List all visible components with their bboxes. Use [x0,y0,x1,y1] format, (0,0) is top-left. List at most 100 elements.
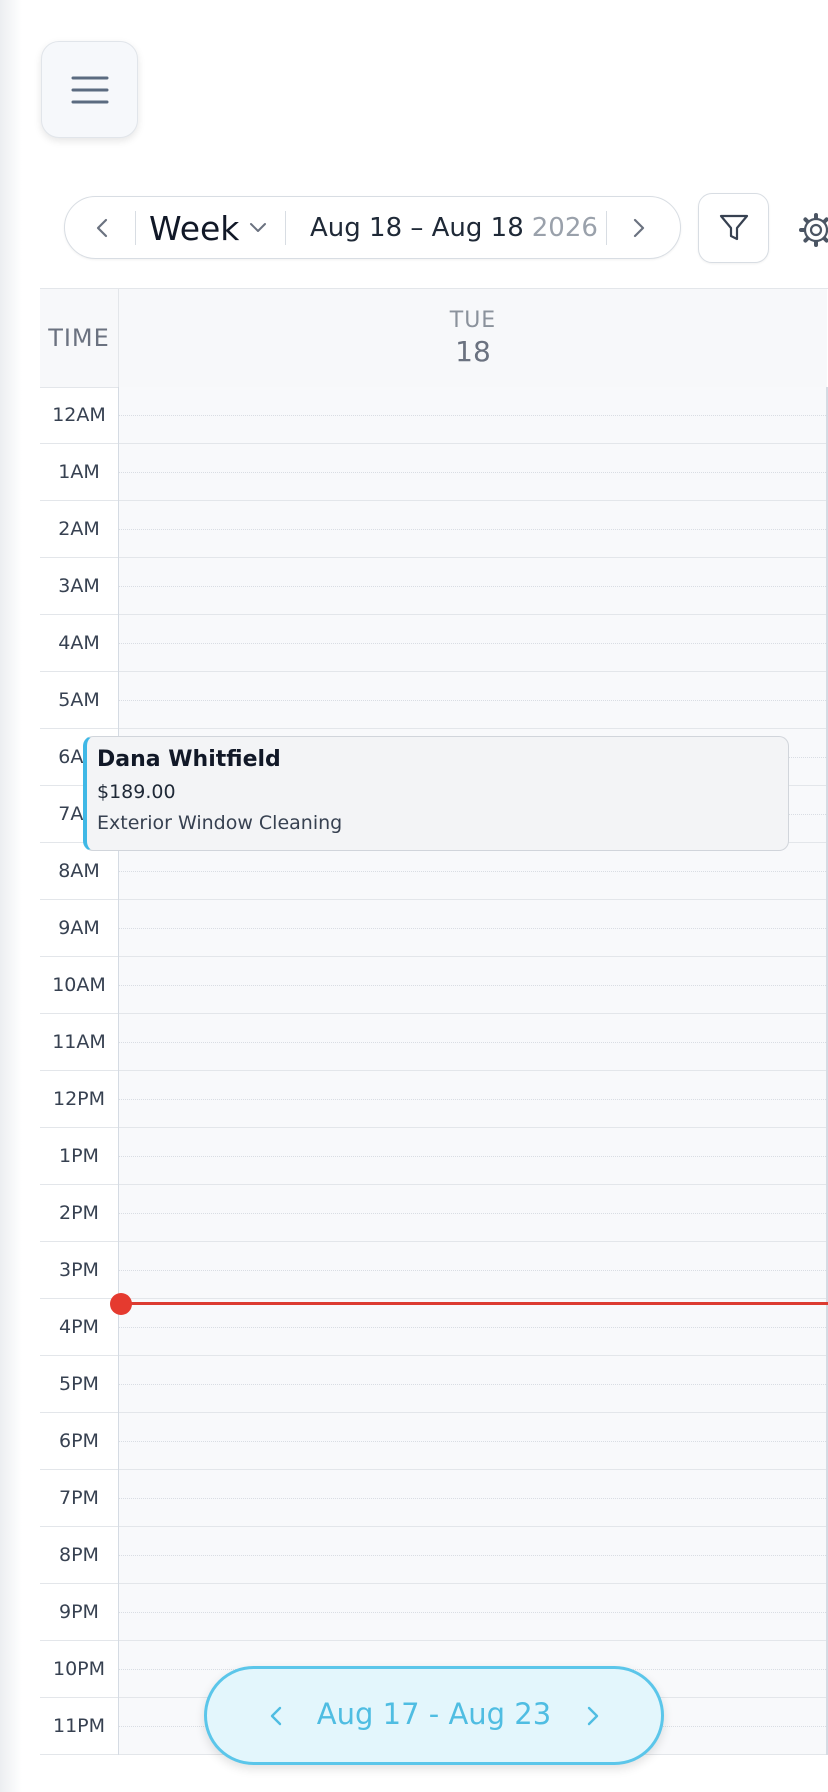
chevron-right-icon [587,1706,599,1726]
time-slot[interactable] [119,1584,826,1641]
previous-period-button[interactable] [85,211,119,245]
time-slot[interactable] [119,843,826,900]
hour-row: 8AM [40,843,118,900]
time-slot[interactable] [119,501,826,558]
view-label: Week [149,208,240,248]
appointment-card[interactable]: Dana Whitfield $189.00 Exterior Window C… [83,736,789,851]
day-name: TUE [449,308,497,333]
time-slot[interactable] [119,1128,826,1185]
hour-row: 2PM [40,1185,118,1242]
time-slot[interactable] [119,558,826,615]
time-slot[interactable] [119,1299,826,1356]
hour-row: 5AM [40,672,118,729]
hour-row: 3PM [40,1242,118,1299]
hour-row: 12PM [40,1071,118,1128]
hour-label: 1AM [58,461,100,483]
date-range[interactable]: Aug 18 – Aug 18 2026 [310,207,598,249]
hour-label: 9PM [59,1601,99,1623]
appointment-service: Exterior Window Cleaning [97,812,343,834]
hour-row: 9PM [40,1584,118,1641]
hour-row: 4AM [40,615,118,672]
time-column-header: TIME [40,289,119,388]
settings-button[interactable] [796,210,828,250]
hour-row: 7PM [40,1470,118,1527]
hour-row: 1PM [40,1128,118,1185]
time-slot[interactable] [119,1242,826,1299]
hamburger-icon [71,76,108,103]
time-slot[interactable] [119,444,826,501]
time-slot[interactable] [119,1470,826,1527]
hour-row: 3AM [40,558,118,615]
toolbar-divider [135,211,136,245]
hour-label: 5PM [59,1373,99,1395]
time-slot[interactable] [119,1413,826,1470]
hour-row: 12AM [40,387,118,444]
hour-label: 4AM [58,632,100,654]
time-slot[interactable] [119,387,826,444]
hour-label: 2AM [58,518,100,540]
date-range-text: Aug 18 – Aug 18 [310,213,524,243]
hour-label: 6PM [59,1430,99,1452]
hour-label: 5AM [58,689,100,711]
hour-row: 9AM [40,900,118,957]
date-toolbar: Week Aug 18 – Aug 18 2026 [64,196,681,259]
time-slot[interactable] [119,1071,826,1128]
date-range-year: 2026 [531,213,598,243]
chevron-right-icon [633,218,645,238]
hour-label: 1PM [59,1145,99,1167]
filter-button[interactable] [698,193,769,263]
hour-row: 11AM [40,1014,118,1071]
hour-label: 12PM [52,1088,106,1110]
hour-label: 9AM [58,917,100,939]
hour-label: 10PM [52,1658,106,1680]
toolbar-divider [285,211,286,245]
hour-row: 11PM [40,1698,118,1755]
hour-label: 12AM [52,404,106,426]
next-week-button[interactable] [576,1699,610,1733]
time-slot[interactable] [119,1527,826,1584]
chevron-down-icon [250,223,267,232]
view-select[interactable]: Week [149,205,267,251]
appointment-price: $189.00 [97,781,176,803]
toolbar-divider [606,211,607,245]
current-time-dot [110,1293,132,1315]
calendar-grid: TIME TUE 18 12AM 1AM 2AM 3AM 4AM 5AM 6AM 7AM 8AM… [40,288,828,1779]
filter-icon [719,214,748,241]
hour-label: 4PM [59,1316,99,1338]
time-slot[interactable] [119,672,826,729]
time-slot[interactable] [119,900,826,957]
menu-button[interactable] [41,41,138,138]
current-time-line [120,1302,828,1305]
hour-row: 4PM [40,1299,118,1356]
chevron-left-icon [96,218,108,238]
hour-label: 3PM [59,1259,99,1281]
appointment-customer: Dana Whitfield [97,747,281,772]
hour-label: 10AM [52,974,106,996]
hour-row: 6PM [40,1413,118,1470]
day-header-tue[interactable]: TUE 18 [119,289,827,388]
next-period-button[interactable] [622,211,656,245]
hour-label: 7PM [59,1487,99,1509]
day-number: 18 [455,335,491,368]
time-slot[interactable] [119,1014,826,1071]
hour-label: 8PM [59,1544,99,1566]
hour-row: 10PM [40,1641,118,1698]
time-slot[interactable] [119,957,826,1014]
hour-row: 5PM [40,1356,118,1413]
hour-row: 8PM [40,1527,118,1584]
hour-label: 11AM [52,1031,106,1053]
hour-label: 2PM [59,1202,99,1224]
hour-label: 11PM [52,1715,106,1737]
gear-icon [799,213,828,247]
time-slot[interactable] [119,615,826,672]
day-column [119,387,828,1755]
hour-row: 1AM [40,444,118,501]
hour-label: 8AM [58,860,100,882]
hour-row: 2AM [40,501,118,558]
time-slot[interactable] [119,1185,826,1242]
hour-label: 3AM [58,575,100,597]
time-slot[interactable] [119,1356,826,1413]
week-navigator: Aug 17 - Aug 23 [204,1666,664,1765]
drawer-edge-shadow [0,0,22,1792]
time-column: 12AM 1AM 2AM 3AM 4AM 5AM 6AM 7AM 8AM 9AM 10AM 11AM 1… [40,387,121,1755]
